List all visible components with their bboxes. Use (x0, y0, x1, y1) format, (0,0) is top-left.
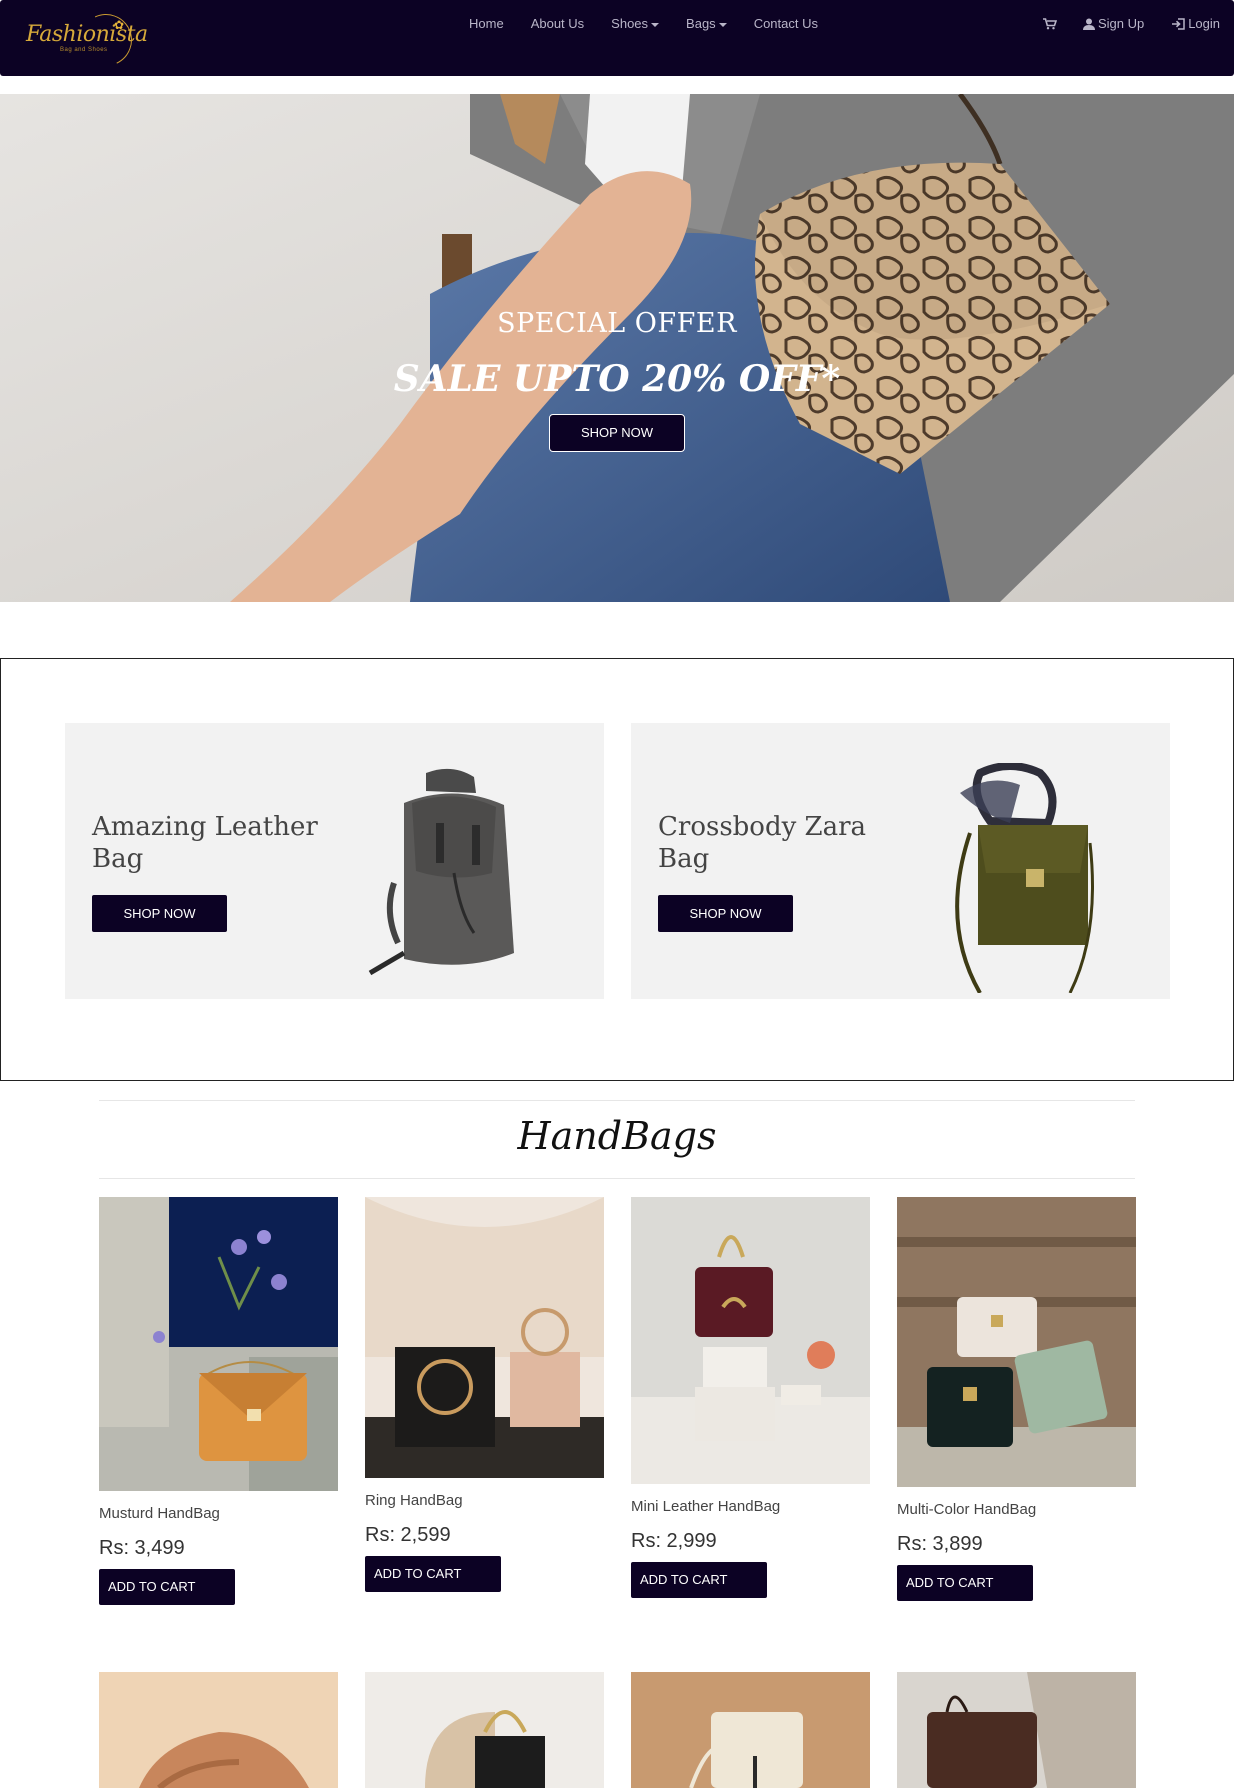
add-to-cart-button[interactable]: ADD TO CART (99, 1569, 235, 1605)
product-image (897, 1672, 1136, 1788)
logo-text: Fashionista (26, 22, 148, 47)
nav-link-about-us[interactable]: About Us (531, 16, 584, 31)
product-name[interactable]: Mini Leather HandBag (631, 1498, 870, 1515)
backpack-image (368, 768, 514, 976)
nav-link-label: Shoes (611, 16, 649, 31)
product-price: Rs: 2,999 (631, 1530, 717, 1552)
product-name[interactable]: Musturd HandBag (99, 1505, 338, 1522)
hero-kicker: SPECIAL OFFER (497, 308, 737, 339)
signup-label: Sign Up (1097, 16, 1145, 31)
product-price: Rs: 3,499 (99, 1537, 185, 1559)
crossbody-bag-image (955, 763, 1094, 993)
shopping-cart-icon[interactable] (1042, 17, 1057, 30)
nav-link-label: About Us (530, 16, 585, 31)
musturd-handbag-image[interactable] (99, 1197, 338, 1491)
add-to-cart-button[interactable]: ADD TO CART (365, 1556, 501, 1592)
promo-card-leather-bag: Amazing Leather Bag SHOP NOW (65, 723, 604, 999)
section-divider-bottom (99, 1178, 1135, 1179)
logo-tagline: Bag and Shoes (60, 47, 108, 53)
brand-logo[interactable]: Fashionista Bag and Shoes ✿ (18, 6, 148, 74)
promo-card-crossbody-bag: Crossbody Zara Bag SHOP NOW (631, 723, 1170, 999)
nav-link-label: Contact Us (753, 16, 818, 31)
product-card: Ring HandBag Rs: 2,599 ADD TO CART (365, 1197, 604, 1592)
nav-dropdown-shoes[interactable]: Shoes (611, 16, 660, 31)
navbar: Fashionista Bag and Shoes ✿ Home About U… (0, 0, 1234, 76)
nav-right: Sign Up Login (1042, 16, 1220, 31)
main-nav: Home About Us Shoes Bags Contact Us (469, 16, 845, 31)
product-card: Mini Leather HandBag Rs: 2,999 ADD TO CA… (631, 1197, 870, 1598)
promo-shop-now-button[interactable]: SHOP NOW (92, 895, 227, 932)
promo-title: Crossbody Zara Bag (658, 812, 867, 874)
signup-link[interactable]: Sign Up (1082, 16, 1145, 31)
multi-color-handbag-image[interactable] (897, 1197, 1136, 1487)
product-name[interactable]: Multi-Color HandBag (897, 1501, 1136, 1518)
product-thumbnail[interactable] (897, 1672, 1136, 1788)
section-divider-top (99, 1100, 1135, 1101)
caret-down-icon (651, 22, 660, 27)
log-in-icon (1172, 17, 1185, 30)
caret-down-icon (718, 22, 727, 27)
promo-title: Amazing Leather Bag (92, 812, 318, 874)
product-card: Multi-Color HandBag Rs: 3,899 ADD TO CAR… (897, 1197, 1136, 1601)
nav-link-home[interactable]: Home (469, 16, 504, 31)
section-title-handbags: HandBags (517, 1114, 717, 1158)
nav-link-contact-us[interactable]: Contact Us (754, 16, 818, 31)
user-icon (1082, 18, 1095, 30)
product-price: Rs: 2,599 (365, 1524, 451, 1546)
product-thumbnail[interactable] (365, 1672, 604, 1788)
product-thumbnail[interactable] (631, 1672, 870, 1788)
mini-leather-handbag-image[interactable] (631, 1197, 870, 1484)
promo-shop-now-button[interactable]: SHOP NOW (658, 895, 793, 932)
product-card: Musturd HandBag Rs: 3,499 ADD TO CART (99, 1197, 338, 1605)
nav-link-label: Bags (686, 16, 716, 31)
add-to-cart-button[interactable]: ADD TO CART (631, 1562, 767, 1598)
add-to-cart-button[interactable]: ADD TO CART (897, 1565, 1033, 1601)
hero-shop-now-button[interactable]: SHOP NOW (549, 414, 685, 452)
product-image (365, 1672, 604, 1788)
login-label: Login (1188, 16, 1220, 31)
promo-section: Amazing Leather Bag SHOP NOW Crossbody Z… (0, 658, 1234, 1081)
product-thumbnail[interactable] (99, 1672, 338, 1788)
login-link[interactable]: Login (1172, 16, 1220, 31)
nav-dropdown-bags[interactable]: Bags (686, 16, 727, 31)
hero-banner: SPECIAL OFFER SALE UPTO 20% OFF* SHOP NO… (0, 94, 1234, 602)
product-price: Rs: 3,899 (897, 1533, 983, 1555)
ring-handbag-image[interactable] (365, 1197, 604, 1478)
product-image (631, 1672, 870, 1788)
nav-link-label: Home (469, 16, 504, 31)
hero-image (0, 94, 1234, 602)
flower-icon: ✿ (114, 18, 125, 32)
product-image (99, 1672, 338, 1788)
hero-headline: SALE UPTO 20% OFF* (393, 358, 841, 400)
product-name[interactable]: Ring HandBag (365, 1492, 604, 1509)
